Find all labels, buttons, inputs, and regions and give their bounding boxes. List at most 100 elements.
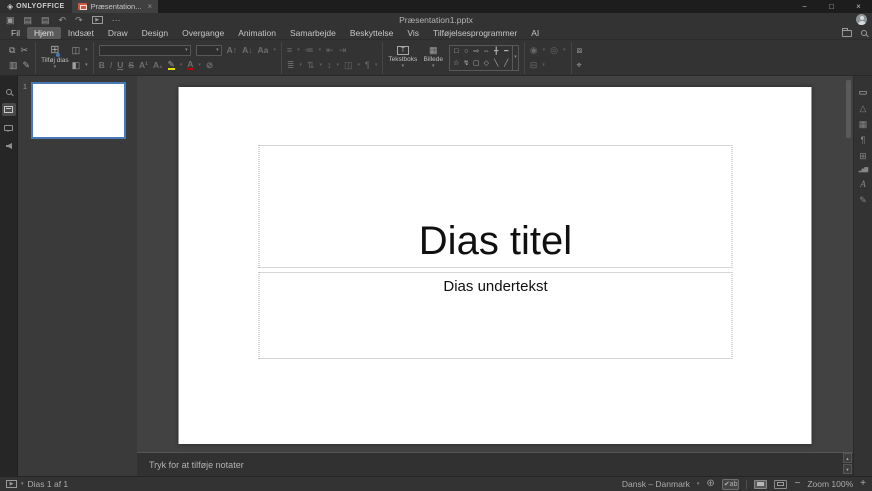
strikeout-icon[interactable]: S <box>128 61 134 70</box>
comments-button[interactable] <box>2 121 16 134</box>
chevron-down-icon[interactable]: ▾ <box>273 48 276 53</box>
vertical-align-icon[interactable]: ⇅ <box>307 61 315 70</box>
tab-draw[interactable]: Draw <box>101 27 135 39</box>
shape-diagonal-line2-icon[interactable]: ╱ <box>504 60 508 67</box>
clear-style-icon[interactable]: ⊘ <box>206 61 213 70</box>
chevron-down-icon[interactable]: ▾ <box>319 48 322 53</box>
superscript-icon[interactable]: A¹ <box>139 61 148 70</box>
shapes-gallery-more[interactable]: ▾ <box>513 45 519 71</box>
line-spacing-icon[interactable]: ↕ <box>327 61 332 70</box>
paragraph-settings-button[interactable]: ¶ <box>861 136 866 145</box>
shape-star-icon[interactable]: ☆ <box>453 60 459 67</box>
shape-outline-icon[interactable]: ◎ <box>550 46 558 55</box>
horizontal-align-icon[interactable]: ≣ <box>287 61 295 70</box>
chevron-down-icon[interactable]: ▾ <box>542 63 545 68</box>
increase-indent-icon[interactable]: ⇥ <box>339 46 347 55</box>
insert-image-button[interactable]: ▦ Billede ▾ <box>420 46 446 69</box>
insert-columns-icon[interactable]: ◫ <box>344 61 353 70</box>
feedback-button[interactable] <box>2 139 16 152</box>
close-button[interactable]: × <box>845 0 872 13</box>
subtitle-placeholder[interactable]: Dias undertekst <box>259 272 733 359</box>
signature-settings-button[interactable]: ✎ <box>859 196 867 205</box>
start-slideshow-icon[interactable]: ▶ <box>92 16 103 24</box>
scrollbar-thumb[interactable] <box>846 80 851 138</box>
chevron-down-icon[interactable]: ▾ <box>543 48 546 53</box>
find-button[interactable] <box>2 85 16 98</box>
customize-quick-access-icon[interactable]: ⋯ <box>112 16 121 25</box>
shape-diagonal-line-icon[interactable]: ╲ <box>494 60 498 67</box>
chevron-down-icon[interactable]: ▾ <box>563 48 566 53</box>
font-color-icon[interactable]: A <box>187 60 193 71</box>
chevron-down-icon[interactable]: ▾ <box>21 482 24 487</box>
vertical-scrollbar[interactable] <box>846 80 851 446</box>
increment-font-size-icon[interactable]: A↑ <box>227 46 237 55</box>
notes-area[interactable]: Tryk for at tilføje notater <box>137 452 853 476</box>
shape-rounded-rect-icon[interactable]: ▢ <box>473 60 480 67</box>
undo-icon[interactable]: ↶ <box>59 16 67 25</box>
print-icon[interactable]: ▤ <box>24 16 33 25</box>
slide-thumbnail[interactable] <box>31 82 126 139</box>
fit-to-width-button[interactable] <box>774 480 787 489</box>
minimize-button[interactable]: − <box>791 0 818 13</box>
align-shapes-icon[interactable]: ⊟ <box>530 61 538 70</box>
tab-tilfoejelsesprogrammer[interactable]: Tilføjelsesprogrammer <box>426 27 524 39</box>
spellcheck-toggle[interactable]: ✔ab <box>722 479 740 490</box>
tab-animation[interactable]: Animation <box>231 27 283 39</box>
shape-settings-button[interactable]: △ <box>860 104 867 113</box>
tab-fil[interactable]: Fil <box>4 27 27 39</box>
open-file-location-icon[interactable] <box>842 30 852 37</box>
image-settings-button[interactable]: ▦ <box>859 120 868 129</box>
maximize-button[interactable]: □ <box>818 0 845 13</box>
language-selector[interactable]: Dansk – Danmark <box>622 479 690 489</box>
chevron-down-icon[interactable]: ▾ <box>319 63 322 68</box>
paste-icon[interactable]: ▥ <box>9 61 18 70</box>
bullets-icon[interactable]: ≡ <box>287 46 292 55</box>
font-size-select[interactable]: ▾ <box>196 45 222 56</box>
subscript-icon[interactable]: A₁ <box>153 61 163 70</box>
change-layout-icon[interactable]: ◫ <box>72 46 81 55</box>
start-slideshow-status-icon[interactable]: ▶ <box>6 480 17 488</box>
tab-hjem[interactable]: Hjem <box>27 27 61 39</box>
copy-icon[interactable]: ⧉ <box>9 46 15 55</box>
previous-slide-button[interactable]: ▲ <box>843 453 852 463</box>
quick-print-icon[interactable]: ▤ <box>41 16 50 25</box>
shape-rectangle-icon[interactable]: □ <box>454 48 458 55</box>
chevron-down-icon[interactable]: ▾ <box>85 48 88 53</box>
chevron-down-icon[interactable]: ▾ <box>336 63 339 68</box>
chevron-down-icon[interactable]: ▾ <box>358 63 361 68</box>
chevron-down-icon[interactable]: ▾ <box>85 63 88 68</box>
slide-settings-button[interactable]: ▭ <box>859 88 868 97</box>
user-avatar[interactable] <box>856 14 867 25</box>
tab-design[interactable]: Design <box>135 27 175 39</box>
table-settings-button[interactable]: ⊞ <box>859 152 867 161</box>
shape-line-icon[interactable]: ━ <box>504 48 508 55</box>
numbering-icon[interactable]: ≔ <box>305 46 314 55</box>
zoom-level[interactable]: Zoom 100% <box>807 479 853 489</box>
zoom-in-button[interactable]: + <box>860 479 866 489</box>
font-name-select[interactable]: ▾ <box>99 45 191 56</box>
shape-fill-icon[interactable]: ◉ <box>530 46 538 55</box>
shapes-gallery[interactable]: □ ○ ⇨ ⇔ ╋ ━ ☆ ↯ ▢ ◇ ╲ ╱ <box>449 45 513 71</box>
set-language-icon[interactable]: ⊕ <box>706 479 714 489</box>
add-slide-button[interactable]: ⊞ Tilføj dias ▾ <box>41 45 69 70</box>
insert-textbox-button[interactable]: T Tekstboks ▾ <box>388 46 417 69</box>
chevron-down-icon[interactable]: ▾ <box>375 63 378 68</box>
zoom-out-button[interactable]: − <box>794 479 800 489</box>
bold-icon[interactable]: B <box>99 61 105 70</box>
next-slide-button[interactable]: ▼ <box>843 464 852 474</box>
chevron-down-icon[interactable]: ▾ <box>297 48 300 53</box>
paragraph-settings-icon[interactable]: ¶ <box>365 61 370 70</box>
search-icon[interactable] <box>861 30 867 36</box>
slide[interactable]: Dias titel Dias undertekst <box>179 87 812 444</box>
tab-indsaet[interactable]: Indsæt <box>61 27 101 39</box>
color-scheme-icon[interactable]: ◧ <box>72 61 81 70</box>
chevron-down-icon[interactable]: ▾ <box>198 63 201 68</box>
chevron-down-icon[interactable]: ▾ <box>299 63 302 68</box>
decrement-font-size-icon[interactable]: A↓ <box>242 46 252 55</box>
tab-ai[interactable]: AI <box>524 27 546 39</box>
shape-right-arrow-icon[interactable]: ⇨ <box>473 48 479 55</box>
shape-diamond-icon[interactable]: ◇ <box>484 60 489 67</box>
save-icon[interactable]: ▣ <box>6 16 15 25</box>
tab-beskyttelse[interactable]: Beskyttelse <box>343 27 400 39</box>
decrease-indent-icon[interactable]: ⇤ <box>326 46 334 55</box>
